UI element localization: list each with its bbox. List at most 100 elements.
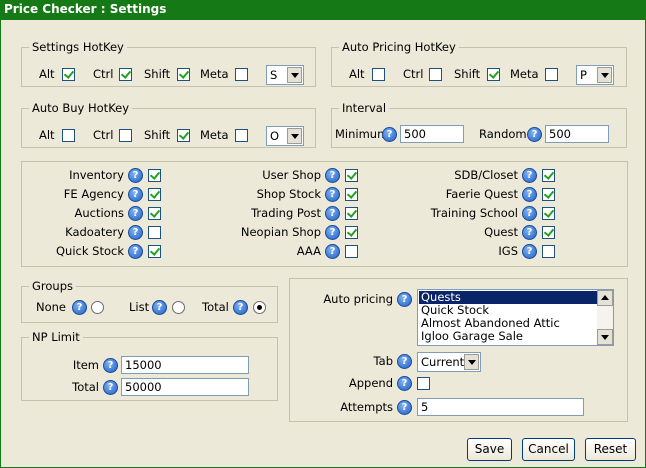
help-icon[interactable]: ? <box>325 225 340 240</box>
location-label: IGS <box>498 244 518 258</box>
shift-label: Shift <box>144 67 171 81</box>
quick-stock-checkbox[interactable] <box>148 245 161 258</box>
location-label: Faerie Quest <box>445 187 518 201</box>
inventory-checkbox[interactable] <box>148 169 161 182</box>
np-limit-group: NP Limit Item ? 15000 Total ? 50000 <box>21 330 278 401</box>
help-icon[interactable]: ? <box>325 206 340 221</box>
help-icon[interactable]: ? <box>522 244 537 259</box>
item-limit-input[interactable]: 15000 <box>121 356 249 374</box>
settings-hotkey-legend: Settings HotKey <box>29 40 127 54</box>
help-icon[interactable]: ? <box>72 300 87 315</box>
chevron-down-icon[interactable] <box>287 128 302 144</box>
reset-button[interactable]: Reset <box>585 438 636 461</box>
help-icon[interactable]: ? <box>152 300 167 315</box>
scroll-down-icon[interactable] <box>597 329 613 345</box>
settings-alt-checkbox[interactable] <box>62 68 75 81</box>
ctrl-label: Ctrl <box>93 128 114 142</box>
help-icon[interactable]: ? <box>233 300 248 315</box>
total-limit-input[interactable]: 50000 <box>121 378 249 396</box>
random-input[interactable]: 500 <box>545 125 609 143</box>
help-icon[interactable]: ? <box>325 187 340 202</box>
neopian-shop-checkbox[interactable] <box>345 226 358 239</box>
help-icon[interactable]: ? <box>382 127 397 142</box>
help-icon[interactable]: ? <box>522 206 537 221</box>
help-icon[interactable]: ? <box>128 244 143 259</box>
location-label: Trading Post <box>251 206 321 220</box>
save-button[interactable]: Save <box>467 438 512 461</box>
list-radio[interactable] <box>172 301 185 314</box>
help-icon[interactable]: ? <box>522 225 537 240</box>
help-icon[interactable]: ? <box>103 358 118 373</box>
locations-panel: Inventory ? FE Agency ? Auctions ? Kadoa… <box>21 161 628 267</box>
settings-key-select[interactable]: S <box>266 65 304 85</box>
quest-checkbox[interactable] <box>542 226 555 239</box>
location-label: Kadoatery <box>65 225 124 239</box>
help-icon[interactable]: ? <box>522 187 537 202</box>
chevron-down-icon[interactable] <box>597 67 612 83</box>
aaa-checkbox[interactable] <box>345 245 358 258</box>
meta-label: Meta <box>510 67 539 81</box>
user-shop-checkbox[interactable] <box>345 169 358 182</box>
help-icon[interactable]: ? <box>325 168 340 183</box>
pricing-meta-checkbox[interactable] <box>545 68 558 81</box>
minimum-input[interactable]: 500 <box>400 125 464 143</box>
faerie-quest-checkbox[interactable] <box>542 188 555 201</box>
listbox-scrollbar[interactable] <box>597 290 613 345</box>
shift-label: Shift <box>144 128 171 142</box>
help-icon[interactable]: ? <box>397 292 412 307</box>
scroll-up-icon[interactable] <box>597 290 613 306</box>
settings-meta-checkbox[interactable] <box>235 68 248 81</box>
append-checkbox[interactable] <box>417 377 430 390</box>
list-item[interactable]: Igloo Garage Sale <box>419 330 597 343</box>
tab-select[interactable]: Current <box>417 352 481 372</box>
title-bar: Price Checker : Settings <box>0 0 646 20</box>
settings-hotkey-group: Settings HotKey Alt Ctrl Shift Meta S <box>21 40 316 87</box>
buy-meta-checkbox[interactable] <box>235 129 248 142</box>
help-icon[interactable]: ? <box>128 168 143 183</box>
training-school-checkbox[interactable] <box>542 207 555 220</box>
alt-label: Alt <box>39 128 55 142</box>
location-label: Auctions <box>74 206 125 220</box>
total-limit-label: Total <box>72 380 99 394</box>
kadoatery-checkbox[interactable] <box>148 226 161 239</box>
auto-pricing-listbox[interactable]: Quests Quick Stock Almost Abandoned Atti… <box>417 289 614 346</box>
help-icon[interactable]: ? <box>527 127 542 142</box>
shop-stock-checkbox[interactable] <box>345 188 358 201</box>
attempts-label: Attempts <box>340 400 393 414</box>
pricing-key-select[interactable]: P <box>576 65 614 85</box>
chevron-down-icon[interactable] <box>287 67 302 83</box>
fe-agency-checkbox[interactable] <box>148 188 161 201</box>
auto-buy-hotkey-legend: Auto Buy HotKey <box>29 101 133 115</box>
help-icon[interactable]: ? <box>522 168 537 183</box>
none-label: None <box>36 300 67 314</box>
help-icon[interactable]: ? <box>128 225 143 240</box>
settings-shift-checkbox[interactable] <box>177 68 190 81</box>
pricing-alt-checkbox[interactable] <box>372 68 385 81</box>
buy-key-select[interactable]: O <box>266 126 304 146</box>
help-icon[interactable]: ? <box>128 187 143 202</box>
location-label: Quick Stock <box>55 244 124 258</box>
buy-ctrl-checkbox[interactable] <box>119 129 132 142</box>
help-icon[interactable]: ? <box>128 206 143 221</box>
pricing-shift-checkbox[interactable] <box>487 68 500 81</box>
buy-alt-checkbox[interactable] <box>62 129 75 142</box>
alt-label: Alt <box>349 67 365 81</box>
buy-key-value: O <box>270 129 280 143</box>
help-icon[interactable]: ? <box>325 244 340 259</box>
chevron-down-icon[interactable] <box>464 354 479 370</box>
help-icon[interactable]: ? <box>103 380 118 395</box>
cancel-button[interactable]: Cancel <box>522 438 575 461</box>
settings-ctrl-checkbox[interactable] <box>119 68 132 81</box>
igs-checkbox[interactable] <box>542 245 555 258</box>
help-icon[interactable]: ? <box>397 354 412 369</box>
attempts-input[interactable]: 5 <box>417 398 584 416</box>
total-radio[interactable] <box>253 301 266 314</box>
help-icon[interactable]: ? <box>397 400 412 415</box>
pricing-ctrl-checkbox[interactable] <box>429 68 442 81</box>
trading-post-checkbox[interactable] <box>345 207 358 220</box>
none-radio[interactable] <box>91 301 104 314</box>
buy-shift-checkbox[interactable] <box>177 129 190 142</box>
sdb-closet-checkbox[interactable] <box>542 169 555 182</box>
help-icon[interactable]: ? <box>397 376 412 391</box>
auctions-checkbox[interactable] <box>148 207 161 220</box>
